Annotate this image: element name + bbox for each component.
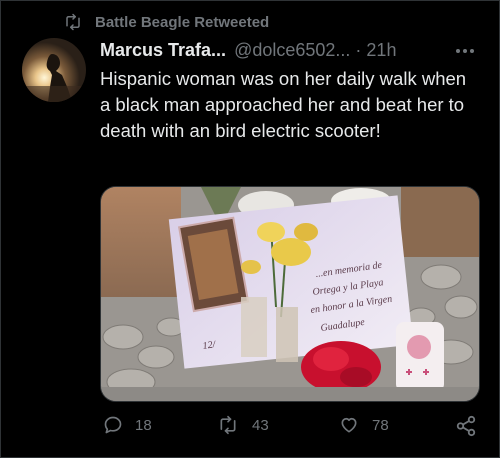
heart-icon xyxy=(341,417,357,433)
timestamp[interactable]: 21h xyxy=(366,40,396,61)
retweet-button[interactable]: 43 xyxy=(216,415,269,435)
reply-count: 18 xyxy=(135,416,152,434)
more-icon[interactable] xyxy=(452,41,478,61)
share-button[interactable] xyxy=(455,415,489,437)
tweet-media[interactable]: ...en memoria de Ortega y la Playa en ho… xyxy=(100,186,480,402)
reply-icon xyxy=(104,416,122,434)
separator-dot: · xyxy=(355,39,362,60)
like-count: 78 xyxy=(372,416,389,434)
share-icon xyxy=(456,415,476,437)
handle[interactable]: @dolce6502... xyxy=(234,40,350,61)
retweet-context[interactable]: Battle Beagle Retweeted xyxy=(63,11,269,33)
display-name[interactable]: Marcus Trafa... xyxy=(100,40,226,61)
retweet-label: Battle Beagle Retweeted xyxy=(95,13,270,31)
reply-button[interactable]: 18 xyxy=(103,415,152,435)
tweet-header: Marcus Trafa... @dolce6502... · 21h xyxy=(100,37,396,63)
retweet-icon xyxy=(66,13,80,31)
retweet-count: 43 xyxy=(252,416,269,434)
memorial-photo: ...en memoria de Ortega y la Playa en ho… xyxy=(101,187,479,401)
tweet-actions: 18 43 78 xyxy=(0,415,500,441)
avatar[interactable] xyxy=(22,38,86,102)
retweet-icon xyxy=(220,415,236,435)
like-button[interactable]: 78 xyxy=(338,415,389,435)
tweet-text: Hispanic woman was on her daily walk whe… xyxy=(100,68,467,141)
